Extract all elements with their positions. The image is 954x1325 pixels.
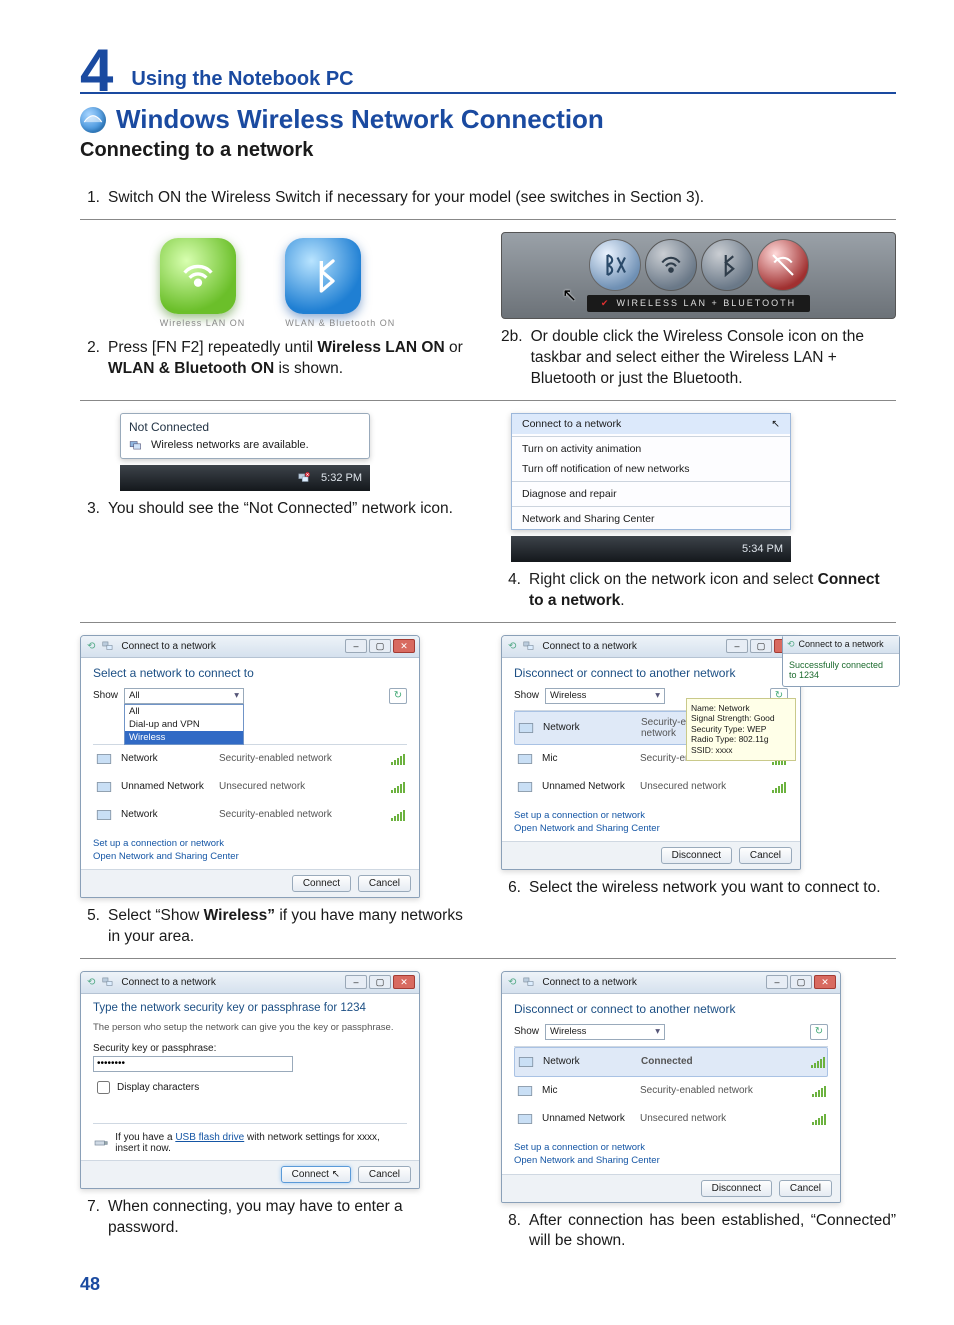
network-tray-icon[interactable] [297,471,311,485]
passphrase-label: Security key or passphrase: [93,1043,407,1054]
network-sharing-link[interactable]: Open Network and Sharing Center [93,851,239,862]
chapter-number: 4 [80,44,113,98]
network-row[interactable]: Unnamed NetworkUnsecured network [514,1105,828,1133]
maximize-button[interactable]: ▢ [369,639,391,653]
cancel-button[interactable]: Cancel [779,1180,832,1197]
wireless-status-icons: Wireless LAN ON WLAN & Bluetooth ON [80,232,475,330]
network-row[interactable]: Unnamed NetworkUnsecured network [514,773,788,801]
wlan-bt-combo-icon[interactable] [589,239,641,291]
ctx-item[interactable]: Turn off notification of new networks [512,459,790,479]
back-icon[interactable]: ⟲ [87,641,95,652]
ctx-item[interactable]: Turn on activity animation [512,439,790,459]
step-2a-text: Press [FN F2] repeatedly until Wireless … [108,338,475,380]
usb-drive-icon [93,1134,109,1152]
tray-clock: 5:32 PM [321,472,362,484]
connect-dialog-step7: ⟲ Connect to a network –▢✕ Type the netw… [80,971,420,1189]
connect-button[interactable]: Connect [292,875,351,892]
step-5-text: Select “Show Wireless” if you have many … [108,906,475,948]
step-number: 1. [80,188,100,209]
step-8-text: After connection has been established, “… [529,1211,896,1253]
network-row[interactable]: NetworkConnected [514,1047,828,1077]
tray-not-connected: Not Connected Wireless networks are avai… [120,413,370,491]
usb-flash-link[interactable]: USB flash drive [175,1132,244,1143]
minimize-button[interactable]: – [345,639,367,653]
step-7-text: When connecting, you may have to enter a… [108,1197,475,1239]
globe-wireless-icon [80,107,106,133]
chapter-title: Using the Notebook PC [131,68,353,91]
network-icon [101,639,115,653]
ctx-connect-to-network[interactable]: Connect to a network↖ [512,414,790,434]
ctx-item[interactable]: Diagnose and repair [512,484,790,504]
step-6-text: Select the wireless network you want to … [529,878,881,899]
wireless-off-icon[interactable] [757,239,809,291]
network-info-tooltip: Name: Network Signal Strength: Good Secu… [686,698,796,761]
wlan-only-icon[interactable] [645,239,697,291]
network-row[interactable]: MicSecurity-enabled network [514,1077,828,1105]
wifi-on-icon [160,238,236,314]
network-context-menu-shot: Connect to a network↖ Turn on activity a… [511,413,791,562]
bluetooth-only-icon[interactable] [701,239,753,291]
step-4-text: Right click on the network icon and sele… [529,570,896,612]
success-mini-window: ⟲Connect to a network Successfully conne… [782,635,900,687]
show-filter-dropdown[interactable]: All All Dial-up and VPN Wireless [124,688,244,704]
step-3-text: You should see the “Not Connected” netwo… [108,499,453,520]
passphrase-input[interactable] [93,1056,293,1072]
step-1-text: Switch ON the Wireless Switch if necessa… [108,188,704,209]
show-filter-dropdown[interactable]: Wireless [545,1024,665,1040]
network-row[interactable]: NetworkSecurity-enabled network [93,745,407,773]
disconnect-button[interactable]: Disconnect [701,1180,772,1197]
bluetooth-on-icon [285,238,361,314]
disconnect-button[interactable]: Disconnect [661,847,732,864]
close-button[interactable]: ✕ [393,639,415,653]
wireless-console-label: ✔Wireless LAN + Bluetooth [587,295,810,312]
cancel-button[interactable]: Cancel [358,875,411,892]
tray-clock: 5:34 PM [742,543,783,555]
connect-dialog-step6: ⟲ Connect to a network –▢✕ Disconnect or… [501,635,801,871]
usb-hint: If you have a USB flash drive with netwo… [93,1123,407,1154]
page-subtitle: Connecting to a network [80,139,896,162]
connect-dialog-step5: ⟲ Connect to a network –▢✕ Select a netw… [80,635,420,899]
connect-button[interactable]: Connect ↖ [281,1166,351,1183]
show-filter-dropdown[interactable]: Wireless [545,688,665,704]
step-2b-text: Or double click the Wireless Console ico… [531,327,896,390]
cancel-button[interactable]: Cancel [739,847,792,864]
page-number: 48 [80,1274,896,1295]
display-chars-checkbox[interactable] [97,1081,110,1094]
monitors-icon [129,438,143,452]
refresh-button[interactable]: ↻ [810,1024,828,1040]
network-row[interactable]: Unnamed NetworkUnsecured network [93,773,407,801]
cursor-icon: ↖ [562,285,577,306]
setup-connection-link[interactable]: Set up a connection or network [93,838,224,849]
refresh-button[interactable]: ↻ [389,688,407,704]
connect-dialog-step8: ⟲ Connect to a network –▢✕ Disconnect or… [501,971,841,1203]
cancel-button[interactable]: Cancel [358,1166,411,1183]
ctx-item[interactable]: Network and Sharing Center [512,509,790,529]
wireless-console-toolbar: ✔Wireless LAN + Bluetooth ↖ [501,232,896,319]
network-row[interactable]: NetworkSecurity-enabled network [93,801,407,829]
page-title: Windows Wireless Network Connection [116,104,604,135]
